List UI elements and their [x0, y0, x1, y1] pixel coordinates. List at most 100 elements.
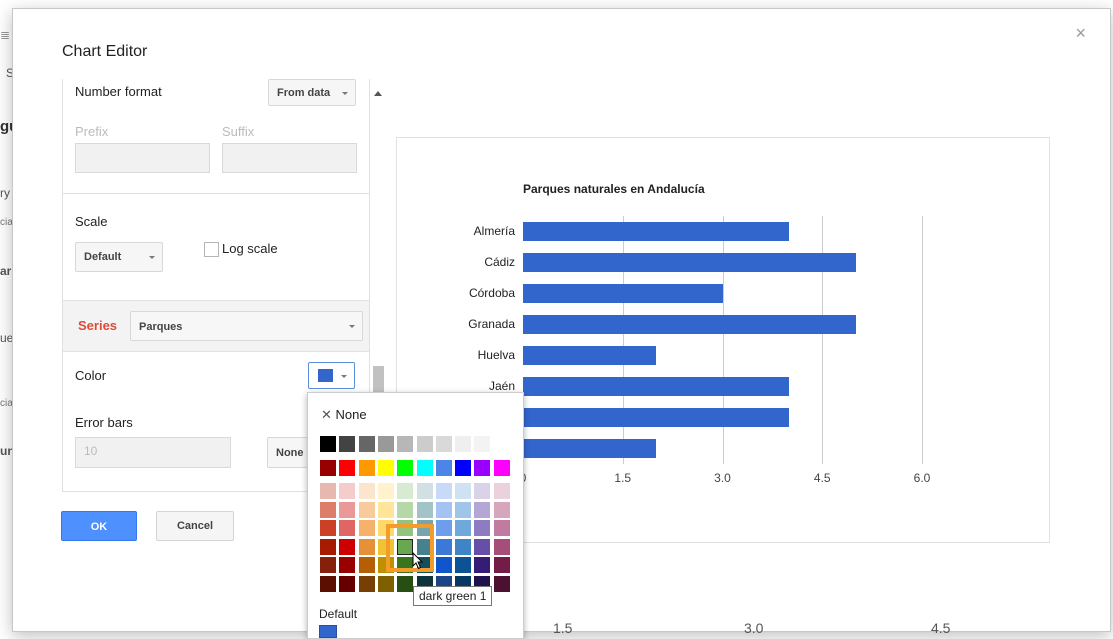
series-dropdown[interactable]: Parques: [130, 311, 363, 341]
color-swatch[interactable]: [339, 460, 356, 476]
bar[interactable]: [523, 408, 789, 427]
color-swatch[interactable]: [397, 501, 414, 518]
color-swatch[interactable]: [377, 576, 394, 592]
color-swatch[interactable]: [435, 520, 452, 537]
color-swatch[interactable]: [493, 483, 510, 499]
color-swatch[interactable]: [455, 501, 472, 518]
color-swatch[interactable]: [455, 520, 472, 537]
color-swatch[interactable]: [416, 483, 433, 499]
color-swatch[interactable]: [358, 538, 375, 555]
selected-color-highlight: [386, 524, 434, 572]
color-swatch[interactable]: [358, 576, 375, 592]
color-swatch[interactable]: [493, 576, 510, 592]
color-swatch[interactable]: [397, 483, 414, 499]
color-swatch[interactable]: [377, 501, 394, 518]
color-swatch[interactable]: [339, 520, 356, 537]
bar[interactable]: [523, 315, 856, 334]
error-bars-label: Error bars: [75, 415, 133, 430]
color-swatch[interactable]: [397, 460, 414, 476]
custom-color-icon[interactable]: [319, 625, 337, 638]
color-swatch[interactable]: [435, 557, 452, 574]
scroll-up-icon[interactable]: [374, 91, 382, 96]
color-swatch[interactable]: [474, 538, 491, 555]
color-swatch[interactable]: [455, 436, 472, 452]
number-format-dropdown[interactable]: From data: [268, 79, 356, 106]
divider: [63, 193, 369, 194]
color-swatch[interactable]: [416, 501, 433, 518]
color-swatch[interactable]: [493, 460, 510, 476]
log-scale-checkbox[interactable]: [204, 242, 219, 257]
color-swatch[interactable]: [339, 557, 356, 574]
color-swatch[interactable]: [320, 460, 336, 476]
close-icon[interactable]: ×: [1075, 23, 1086, 44]
color-swatch[interactable]: [474, 557, 491, 574]
color-picker-popup: ✕ None dark green 1 Default: [307, 392, 524, 639]
color-swatch[interactable]: [358, 501, 375, 518]
bar[interactable]: [523, 284, 723, 303]
color-swatch[interactable]: [320, 538, 336, 555]
series-value: Parques: [139, 321, 183, 333]
color-swatch[interactable]: [377, 483, 394, 499]
suffix-input[interactable]: [222, 143, 357, 173]
color-swatch[interactable]: [358, 436, 375, 452]
none-option[interactable]: ✕ None: [321, 407, 367, 423]
color-swatch[interactable]: [435, 460, 452, 476]
color-swatch[interactable]: [339, 576, 356, 592]
color-swatch[interactable]: [377, 436, 394, 452]
category-label: Jaén: [488, 379, 515, 393]
color-swatch[interactable]: [493, 436, 510, 452]
prefix-label: Prefix: [75, 124, 109, 139]
bg-fragment: cia: [0, 217, 13, 228]
color-swatch[interactable]: [320, 520, 336, 537]
color-swatch[interactable]: [339, 436, 356, 452]
ok-button[interactable]: OK: [61, 511, 137, 541]
color-swatch[interactable]: [493, 557, 510, 574]
color-swatch[interactable]: [455, 483, 472, 499]
color-swatch[interactable]: [474, 460, 491, 476]
color-swatch[interactable]: [474, 483, 491, 499]
color-swatch[interactable]: [320, 576, 336, 592]
color-swatch[interactable]: [377, 460, 394, 476]
color-swatch[interactable]: [435, 436, 452, 452]
color-swatch[interactable]: [474, 520, 491, 537]
color-swatch[interactable]: [358, 557, 375, 574]
color-swatch[interactable]: [320, 501, 336, 518]
color-swatch[interactable]: [474, 436, 491, 452]
color-swatch[interactable]: [397, 576, 414, 592]
scale-dropdown[interactable]: Default: [75, 242, 163, 272]
color-swatch[interactable]: [493, 520, 510, 537]
bar[interactable]: [523, 253, 856, 272]
color-swatch[interactable]: [339, 538, 356, 555]
error-bars-value-input[interactable]: 10: [75, 437, 231, 468]
color-swatch[interactable]: [397, 436, 414, 452]
color-swatch[interactable]: [455, 557, 472, 574]
bar[interactable]: [523, 377, 789, 396]
color-swatch[interactable]: [435, 538, 452, 555]
prefix-input[interactable]: [75, 143, 210, 173]
color-swatch[interactable]: [455, 460, 472, 476]
color-swatch[interactable]: [358, 460, 375, 476]
color-swatch[interactable]: [474, 501, 491, 518]
color-swatch[interactable]: [358, 520, 375, 537]
color-swatch[interactable]: [339, 501, 356, 518]
color-swatch[interactable]: [339, 483, 356, 499]
bar[interactable]: [523, 346, 656, 365]
color-picker-button[interactable]: [308, 362, 355, 389]
color-swatch[interactable]: [358, 483, 375, 499]
chart-title: Parques naturales en Andalucía: [523, 182, 705, 196]
x-tick-label: 3.0: [714, 471, 731, 485]
color-swatch[interactable]: [435, 501, 452, 518]
color-swatch[interactable]: [320, 557, 336, 574]
color-swatch[interactable]: [416, 460, 433, 476]
color-swatch[interactable]: [320, 483, 336, 499]
color-swatch[interactable]: [416, 436, 433, 452]
color-swatch[interactable]: [493, 538, 510, 555]
color-swatch[interactable]: [493, 501, 510, 518]
color-swatch[interactable]: [455, 538, 472, 555]
gridline: [922, 216, 923, 464]
color-swatch[interactable]: [435, 483, 452, 499]
color-swatch[interactable]: [320, 436, 336, 452]
bar[interactable]: [523, 439, 656, 458]
bar[interactable]: [523, 222, 789, 241]
cancel-button[interactable]: Cancel: [156, 511, 234, 541]
